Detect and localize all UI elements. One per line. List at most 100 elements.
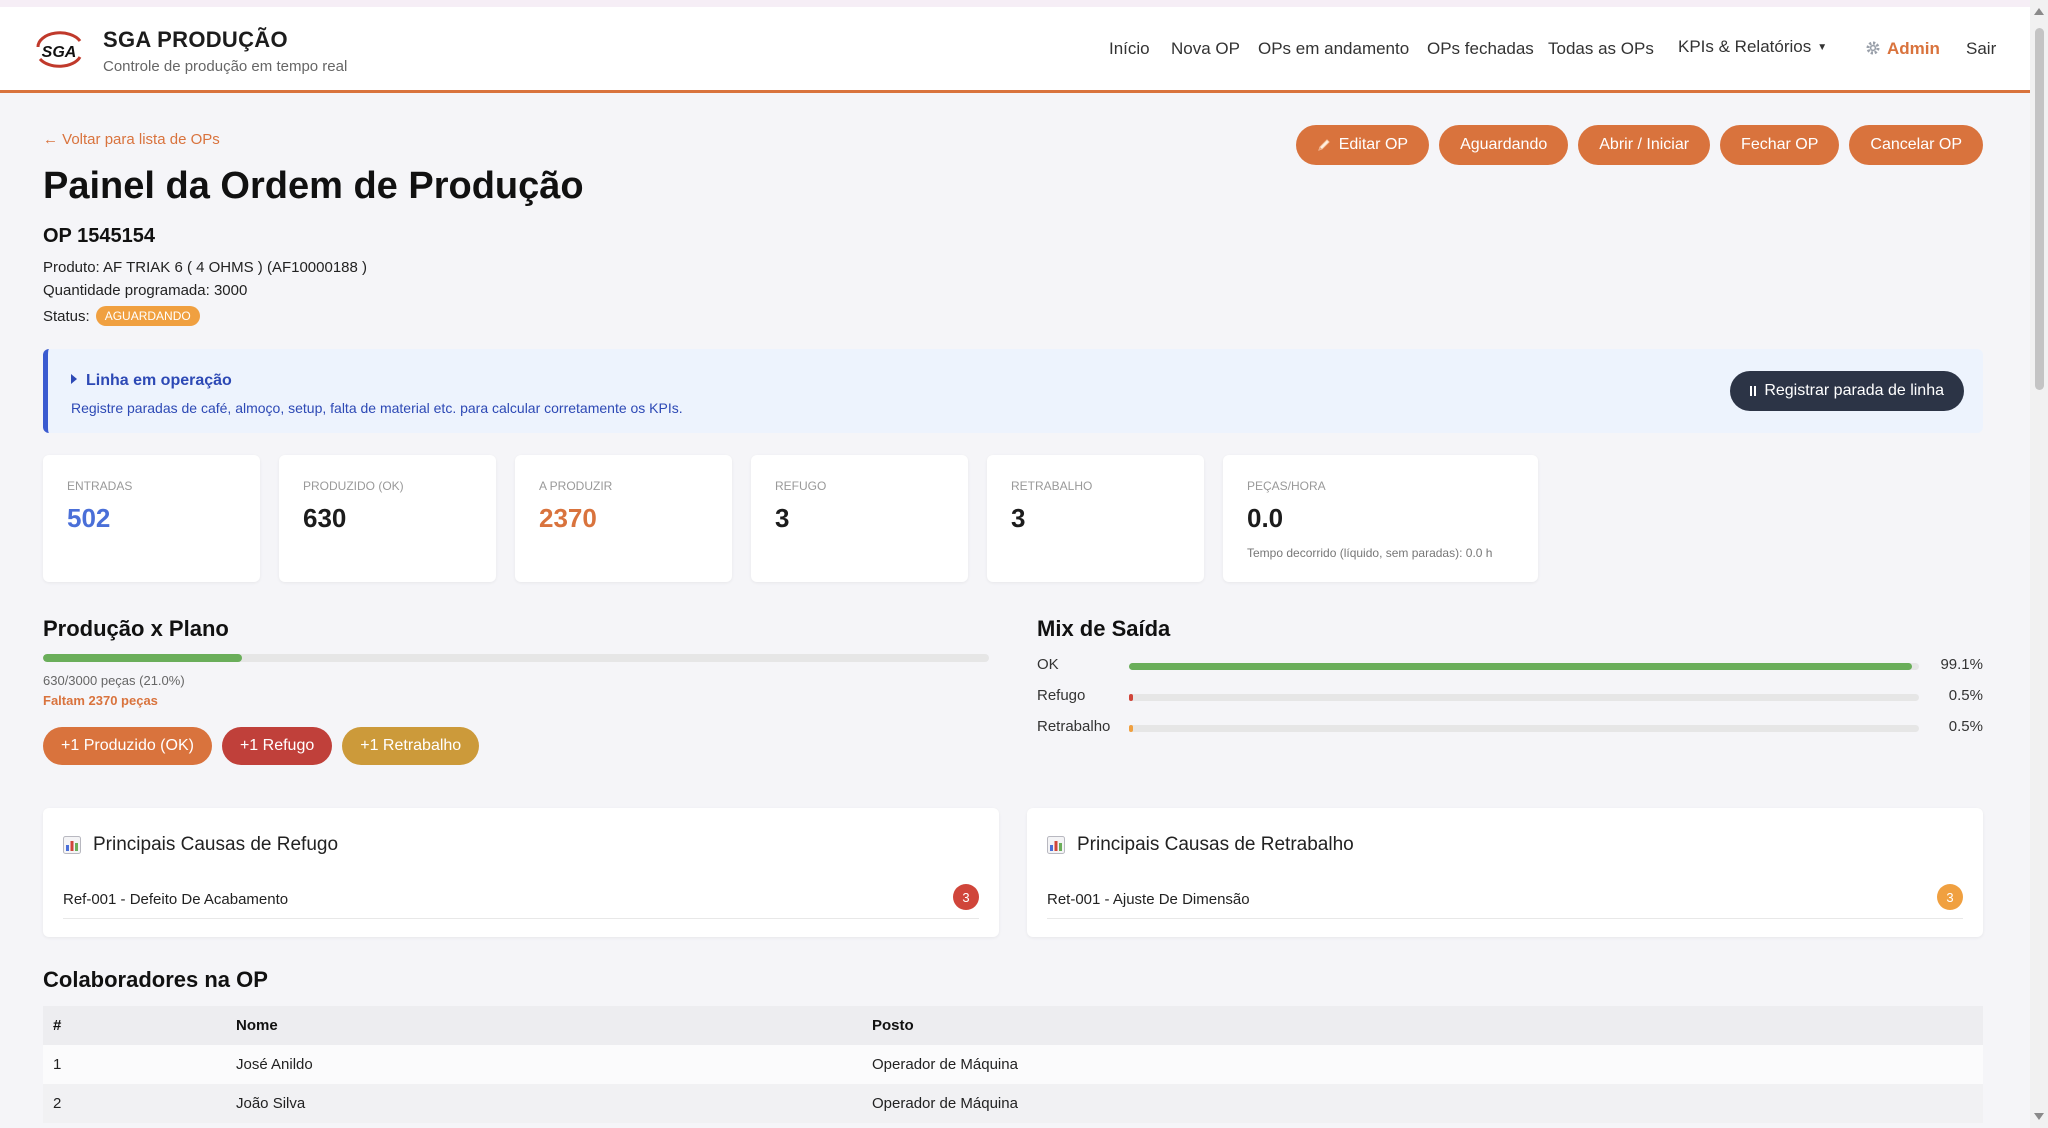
- register-line-stop-label: Registrar parada de linha: [1764, 382, 1944, 399]
- status-label: Status:: [43, 308, 90, 325]
- retrabalho-causes-title: Principais Causas de Retrabalho: [1047, 834, 1354, 856]
- bar-chart-icon: [1047, 836, 1065, 854]
- add-retrabalho-button[interactable]: +1 Retrabalho: [342, 727, 480, 765]
- kpi-label: Refugo: [775, 479, 827, 493]
- table-header-row: # Nome Posto: [43, 1006, 1983, 1045]
- nav-admin[interactable]: Admin: [1865, 39, 1940, 59]
- table-cell: Operador de Máquina: [862, 1084, 1983, 1123]
- production-plan-title: Produção x Plano: [43, 616, 229, 641]
- nav-ops-fechadas[interactable]: OPs fechadas: [1427, 39, 1534, 59]
- kpi-note: Tempo decorrido (líquido, sem paradas): …: [1247, 546, 1493, 560]
- op-status-row: Status: AGUARDANDO: [43, 306, 200, 326]
- mix-label: OK: [1037, 656, 1059, 673]
- collaborators-title: Colaboradores na OP: [43, 967, 268, 992]
- mix-bar: [1129, 663, 1919, 670]
- kpi-card-retrabalho: Retrabalho 3: [987, 455, 1204, 582]
- op-actions: Editar OP Aguardando Abrir / Iniciar Fec…: [1295, 125, 1983, 165]
- table-cell: Operador de Máquina: [862, 1045, 1983, 1084]
- cause-count-badge: 3: [953, 884, 979, 910]
- mix-title: Mix de Saída: [1037, 616, 1171, 641]
- line-status-description: Registre paradas de café, almoço, setup,…: [71, 400, 683, 416]
- register-line-stop-button[interactable]: Registrar parada de linha: [1730, 371, 1964, 411]
- column-header: Nome: [226, 1006, 862, 1045]
- edit-op-button[interactable]: Editar OP: [1295, 125, 1430, 165]
- op-number: OP 1545154: [43, 225, 155, 247]
- nav-sair[interactable]: Sair: [1966, 39, 1996, 59]
- page-scrollbar[interactable]: [2030, 0, 2048, 1128]
- cause-count-badge: 3: [1937, 884, 1963, 910]
- kpi-card-a-produzir: A produzir 2370: [515, 455, 732, 582]
- nav-kpis-dropdown[interactable]: KPIs & Relatórios ▼: [1678, 37, 1827, 57]
- kpi-value: 3: [775, 503, 790, 533]
- refugo-causes-title: Principais Causas de Refugo: [63, 834, 338, 856]
- table-row: 2 João Silva Operador de Máquina: [43, 1084, 1983, 1123]
- retrabalho-causes-card: Principais Causas de Retrabalho Ret-001 …: [1027, 808, 1983, 937]
- scroll-thumb[interactable]: [2035, 28, 2044, 390]
- nav-admin-label: Admin: [1887, 39, 1940, 58]
- cause-item: Ref-001 - Defeito De Acabamento: [63, 891, 289, 908]
- line-status-toggle[interactable]: Linha em operação: [71, 372, 232, 390]
- collaborators-table: # Nome Posto 1 José Anildo Operador de M…: [43, 1006, 1983, 1123]
- mix-label: Refugo: [1037, 687, 1086, 704]
- mix-fill: [1129, 663, 1912, 670]
- kpi-label: Entradas: [67, 479, 133, 493]
- divider: [63, 918, 979, 919]
- kpi-value: 2370: [539, 503, 597, 533]
- column-header: Posto: [862, 1006, 1983, 1045]
- nav-ops-andamento[interactable]: OPs em andamento: [1258, 39, 1409, 59]
- table-row: 1 José Anildo Operador de Máquina: [43, 1045, 1983, 1084]
- main-nav: Início Nova OP OPs em andamento OPs fech…: [0, 37, 2030, 69]
- kpi-value: 3: [1011, 503, 1026, 533]
- kpi-card-pecas-hora: Peças/hora 0.0 Tempo decorrido (líquido,…: [1223, 455, 1538, 582]
- mix-row-ok: OK 99.1%: [1037, 656, 1983, 676]
- production-progress-fill: [43, 654, 242, 662]
- add-refugo-button[interactable]: +1 Refugo: [221, 727, 333, 765]
- mix-row-refugo: Refugo 0.5%: [1037, 687, 1983, 707]
- remaining-pieces: Faltam 2370 peças: [43, 693, 158, 708]
- page-title: Painel da Ordem de Produção: [43, 165, 584, 207]
- mix-label: Retrabalho: [1037, 718, 1111, 735]
- kpi-label: Produzido (OK): [303, 479, 404, 493]
- top-strip: [0, 0, 2030, 7]
- op-quantity: Quantidade programada: 3000: [43, 282, 248, 299]
- mix-fill: [1129, 725, 1133, 732]
- nav-nova-op[interactable]: Nova OP: [1171, 39, 1240, 59]
- caret-down-icon: ▼: [1817, 42, 1828, 53]
- mix-bar: [1129, 725, 1919, 732]
- mix-percent: 99.1%: [1940, 656, 1983, 673]
- aguardando-button[interactable]: Aguardando: [1439, 125, 1569, 165]
- mix-percent: 0.5%: [1948, 687, 1983, 704]
- fechar-op-button[interactable]: Fechar OP: [1720, 125, 1840, 165]
- abrir-iniciar-button[interactable]: Abrir / Iniciar: [1578, 125, 1711, 165]
- nav-todas-ops[interactable]: Todas as OPs: [1548, 39, 1654, 59]
- app-header: SGA SGA PRODUÇÃO Controle de produção em…: [0, 7, 2030, 93]
- cause-title-text: Principais Causas de Refugo: [93, 834, 339, 855]
- kpi-value: 502: [67, 503, 111, 533]
- mix-bar: [1129, 694, 1919, 701]
- pencil-icon: [1317, 139, 1330, 151]
- edit-op-label: Editar OP: [1338, 136, 1409, 153]
- column-header: #: [43, 1006, 226, 1045]
- mix-row-retrabalho: Retrabalho 0.5%: [1037, 718, 1983, 738]
- pause-icon: [1750, 386, 1757, 396]
- scroll-down-arrow-icon[interactable]: [2034, 1113, 2044, 1120]
- kpi-label: Retrabalho: [1011, 479, 1093, 493]
- kpi-card-refugo: Refugo 3: [751, 455, 968, 582]
- table-cell: João Silva: [226, 1084, 862, 1123]
- line-status-title: Linha em operação: [86, 372, 232, 389]
- line-operation-panel: Linha em operação Registre paradas de ca…: [43, 349, 1983, 433]
- nav-kpis-label: KPIs & Relatórios: [1678, 37, 1812, 56]
- op-product: Produto: AF TRIAK 6 ( 4 OHMS ) (AF100001…: [43, 259, 368, 276]
- production-progress-bar: [43, 654, 989, 662]
- refugo-causes-card: Principais Causas de Refugo Ref-001 - De…: [43, 808, 999, 937]
- divider: [1047, 918, 1963, 919]
- mix-fill: [1129, 694, 1133, 701]
- scroll-up-arrow-icon[interactable]: [2034, 8, 2044, 15]
- cause-item: Ret-001 - Ajuste De Dimensão: [1047, 891, 1250, 908]
- nav-inicio[interactable]: Início: [1109, 39, 1150, 59]
- table-cell: 1: [43, 1045, 226, 1084]
- cancelar-op-button[interactable]: Cancelar OP: [1849, 125, 1983, 165]
- caret-right-icon: [71, 374, 77, 384]
- back-to-list-link[interactable]: ← Voltar para lista de OPs: [43, 131, 220, 148]
- add-produced-button[interactable]: +1 Produzido (OK): [43, 727, 212, 765]
